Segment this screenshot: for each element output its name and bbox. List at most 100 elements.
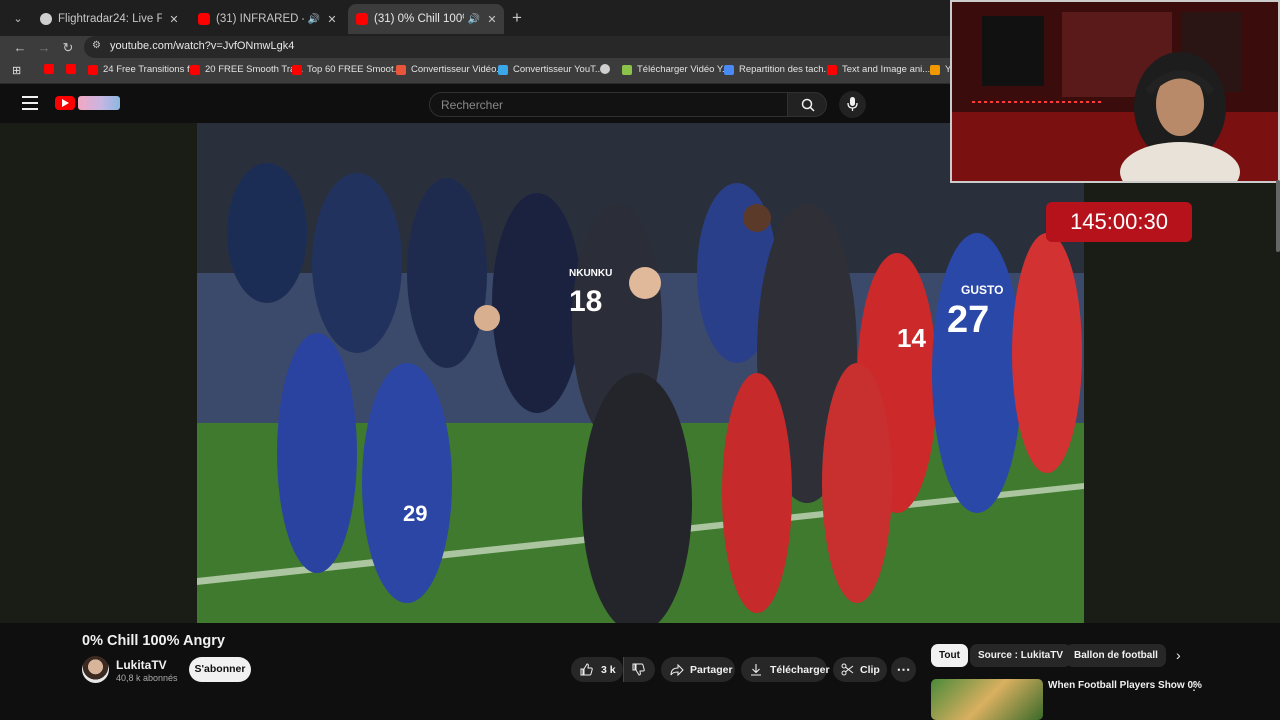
video-pillarbox-left: [0, 123, 197, 623]
chip-all[interactable]: Tout: [931, 644, 968, 667]
chip-source[interactable]: Source : LukitaTV: [970, 644, 1072, 667]
speaker-icon[interactable]: 🔊: [468, 14, 480, 25]
download-button[interactable]: Télécharger: [741, 657, 830, 682]
close-icon[interactable]: ✕: [168, 13, 180, 26]
youtube-icon: [66, 64, 76, 74]
share-label: Partager: [690, 663, 733, 676]
clip-button[interactable]: Clip: [833, 657, 887, 682]
jersey-number-text: 29: [403, 501, 428, 526]
scrollbar[interactable]: [1276, 180, 1280, 252]
bookmark-item[interactable]: Top 60 FREE Smoot...: [292, 64, 402, 75]
youtube-doodle-logo[interactable]: [78, 96, 120, 110]
globe-icon: [40, 13, 52, 25]
bookmark-item[interactable]: 20 FREE Smooth Tra...: [190, 64, 303, 75]
bookmark-label: Repartition des tach...: [739, 64, 832, 75]
more-actions-button[interactable]: ⋯: [891, 657, 916, 682]
webcam-overlay: [950, 0, 1280, 183]
bookmark-item[interactable]: Text and Image ani...: [827, 64, 930, 75]
channel-name[interactable]: LukitaTV: [116, 658, 167, 672]
bookmark-label: Télécharger Vidéo Y...: [637, 64, 730, 75]
share-icon: [670, 663, 684, 676]
converter-icon: [498, 64, 508, 75]
bookmark-label: Convertisseur Vidéo...: [411, 64, 505, 75]
bookmark-item[interactable]: Convertisseur Vidéo...: [396, 64, 504, 75]
tab-title: (31) 0% Chill 100% Angry - YouTube: [374, 13, 464, 25]
forward-arrow-icon[interactable]: →: [34, 38, 54, 58]
jersey-name-text: NKUNKU: [569, 268, 613, 279]
download-arrow-icon: [622, 64, 632, 75]
new-tab-button[interactable]: +: [508, 8, 526, 28]
bookmark-label: Text and Image ani...: [842, 64, 931, 75]
clip-label: Clip: [860, 663, 880, 676]
converter-icon: [396, 64, 406, 75]
youtube-icon: [88, 64, 98, 75]
bookmark-label: 24 Free Transitions f...: [103, 64, 198, 75]
like-button[interactable]: 3 k: [571, 657, 623, 682]
youtube-logo[interactable]: [55, 96, 75, 110]
bookmark-item[interactable]: [600, 64, 615, 74]
youtube-icon: [190, 64, 200, 75]
bookmark-item[interactable]: 24 Free Transitions f...: [88, 64, 198, 75]
thumbs-down-icon: [632, 663, 645, 676]
recommendation-title[interactable]: When Football Players Show 0%: [1048, 680, 1202, 691]
stream-timer: 145:00:30: [1046, 202, 1192, 242]
streamer-webcam-image: [952, 2, 1278, 181]
reload-icon[interactable]: ↻: [58, 38, 78, 58]
url-text: youtube.com/watch?v=JvfONmwLgk4: [110, 40, 295, 52]
chip-football[interactable]: Ballon de football: [1066, 644, 1166, 667]
bookmark-item[interactable]: [44, 64, 59, 74]
address-bar[interactable]: ⚙ youtube.com/watch?v=JvfONmwLgk4: [84, 36, 964, 58]
tab-flightradar[interactable]: Flightradar24: Live Flight Tracker ✕: [32, 6, 186, 32]
bookmark-item[interactable]: [66, 64, 81, 74]
subscribe-button[interactable]: S'abonner: [189, 657, 251, 682]
thumbs-up-icon: [580, 663, 593, 676]
chevron-right-icon[interactable]: ›: [1176, 647, 1181, 663]
close-icon[interactable]: ✕: [326, 13, 338, 26]
docs-icon: [724, 64, 734, 75]
tab-title: Flightradar24: Live Flight Tracker: [58, 13, 162, 25]
globe-icon: [600, 64, 610, 74]
youtube-icon: [827, 64, 837, 75]
microphone-icon: [847, 97, 858, 111]
jersey-name-text: GUSTO: [961, 283, 1004, 297]
bookmark-label: Top 60 FREE Smoot...: [307, 64, 402, 75]
voice-search-button[interactable]: [839, 91, 866, 118]
tab-title: (31) INFRARED - YouTube: [216, 13, 304, 25]
video-pillarbox-right: [1084, 123, 1280, 623]
bookmark-label: 20 FREE Smooth Tra...: [205, 64, 304, 75]
search-box: [429, 92, 788, 117]
like-count: 3 k: [601, 663, 616, 676]
video-player[interactable]: NKUNKU 18 GUSTO 27 29 14: [0, 123, 1280, 623]
video-frame[interactable]: NKUNKU 18 GUSTO 27 29 14: [197, 123, 1084, 623]
video-info-panel: 0% Chill 100% Angry LukitaTV 40,8 k abon…: [0, 623, 1280, 720]
search-button[interactable]: [787, 92, 827, 117]
speaker-icon[interactable]: 🔊: [308, 14, 320, 25]
recommendation-thumbnail[interactable]: [931, 679, 1043, 720]
football-scene-image: [197, 123, 1084, 623]
site-info-icon[interactable]: ⚙: [92, 40, 101, 51]
bookmark-icon: [930, 64, 940, 75]
kebab-menu-icon[interactable]: ⋮: [1188, 679, 1200, 693]
channel-avatar[interactable]: [82, 656, 109, 683]
apps-grid-icon[interactable]: ⊞: [12, 64, 21, 77]
dislike-button[interactable]: [623, 657, 655, 682]
youtube-icon: [44, 64, 54, 74]
search-input[interactable]: [430, 93, 787, 117]
close-icon[interactable]: ✕: [486, 13, 498, 26]
tab-search-chevron-icon[interactable]: ⌄: [8, 9, 28, 29]
bookmark-item[interactable]: Repartition des tach...: [724, 64, 831, 75]
tab-chill-angry-youtube[interactable]: (31) 0% Chill 100% Angry - YouTube 🔊 ✕: [348, 4, 504, 34]
scissors-icon: [841, 663, 854, 676]
download-icon: [751, 664, 761, 676]
tab-infrared-youtube[interactable]: (31) INFRARED - YouTube 🔊 ✕: [190, 6, 344, 32]
bookmark-label: Convertisseur YouT...: [513, 64, 603, 75]
download-label: Télécharger: [770, 663, 830, 676]
youtube-favicon-icon: [356, 13, 368, 25]
back-arrow-icon[interactable]: ←: [10, 38, 30, 58]
share-button[interactable]: Partager: [661, 657, 735, 682]
bookmark-item[interactable]: Convertisseur YouT...: [498, 64, 603, 75]
menu-icon[interactable]: [22, 96, 38, 110]
subscriber-count: 40,8 k abonnés: [116, 673, 178, 683]
jersey-number-text: 14: [897, 323, 926, 353]
bookmark-item[interactable]: Télécharger Vidéo Y...: [622, 64, 730, 75]
